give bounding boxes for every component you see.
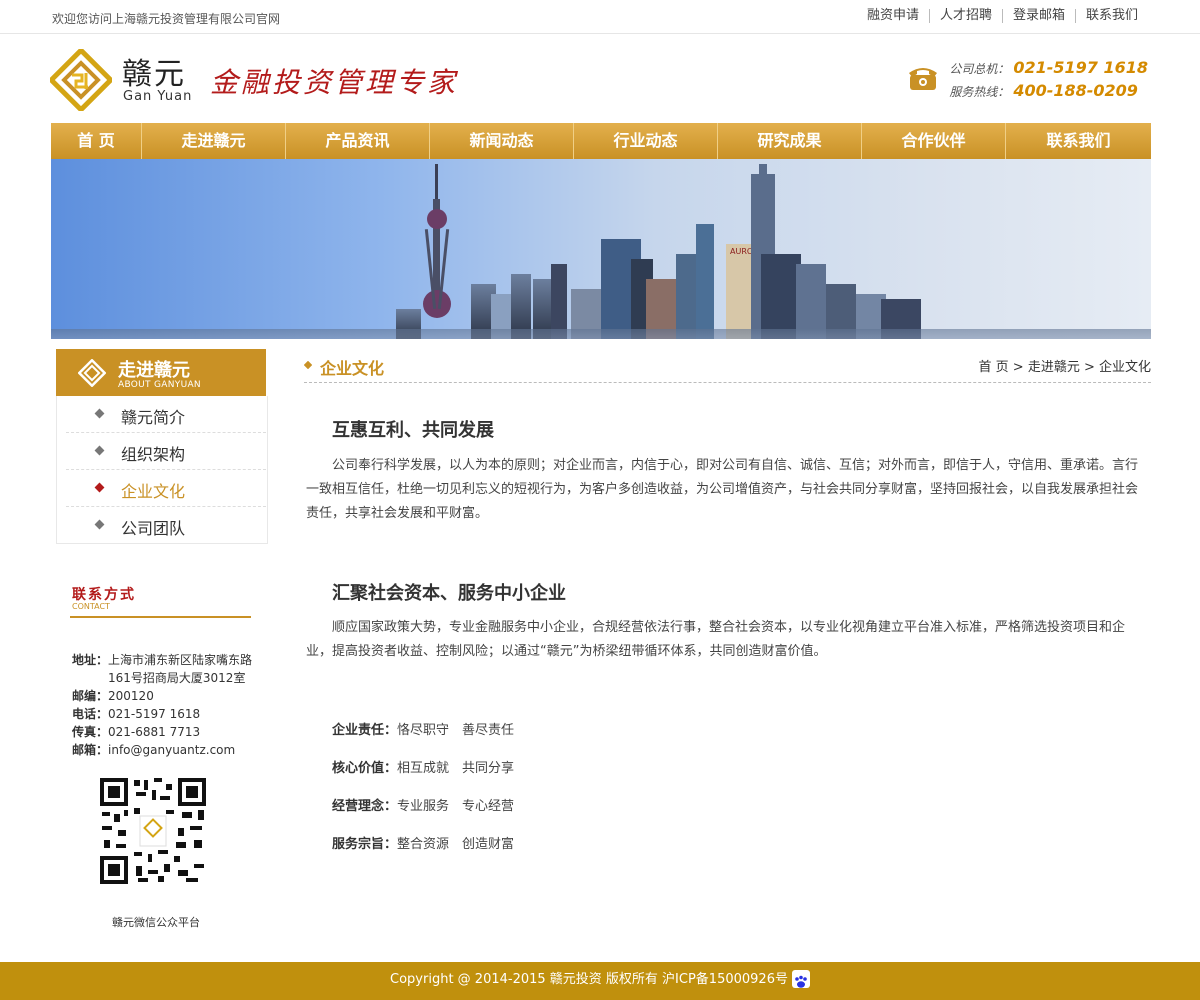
phone-value: 021-5197 1618	[108, 707, 201, 721]
site-header: 赣元 Gan Yuan 金融投资管理专家 公司总机： 021-5197 1618 …	[0, 35, 1200, 123]
nav-home[interactable]: 首 页	[51, 123, 142, 159]
nav-research[interactable]: 研究成果	[718, 123, 862, 159]
sidebar-subtitle: ABOUT GANYUAN	[118, 380, 201, 390]
phone-number-main: 021-5197 1618	[1013, 58, 1148, 77]
slogan: 金融投资管理专家	[210, 66, 459, 99]
value-key: 服务宗旨：	[332, 837, 398, 852]
contact-divider	[70, 616, 251, 618]
sidebar-item-label: 企业文化	[121, 482, 186, 501]
gan-yuan-logo-icon[interactable]	[50, 49, 112, 111]
section-heading-1: 互惠互利、共同发展	[332, 420, 494, 441]
sidebar-header: 走进赣元 ABOUT GANYUAN	[56, 349, 266, 396]
skyline-illustration: AURORA	[51, 164, 1151, 339]
diamond-bullet-icon	[94, 482, 105, 493]
phone-block: 公司总机： 021-5197 1618 服务热线： 400-188-0209	[909, 57, 1148, 103]
welcome-text: 欢迎您访问上海赣元投资管理有限公司官网	[52, 12, 281, 26]
gan-yuan-small-logo-icon	[78, 359, 106, 387]
sidebar-item-culture[interactable]: 企业文化	[66, 470, 266, 507]
value-key: 核心价值：	[332, 761, 398, 776]
phone-number-hotline: 400-188-0209	[1013, 81, 1138, 100]
address-line-1: 上海市浦东新区陆家嘴东路	[108, 653, 253, 667]
value-key: 企业责任：	[332, 723, 398, 738]
link-login-email[interactable]: 登录邮箱	[1001, 9, 1075, 23]
contact-subtitle: CONTACT	[72, 602, 110, 611]
footer: Copyright @ 2014-2015 赣元投资 版权所有 沪ICP备150…	[0, 962, 1200, 1000]
brand-name-cn: 赣元	[122, 57, 186, 92]
postcode-label: 邮编：	[72, 689, 109, 703]
nav-products[interactable]: 产品资讯	[286, 123, 430, 159]
section-heading-2: 汇聚社会资本、服务中小企业	[332, 583, 566, 604]
value-row-responsibility: 企业责任：恪尽职守 善尽责任	[332, 719, 514, 738]
fax-value: 021-6881 7713	[108, 725, 201, 739]
top-bar: 欢迎您访问上海赣元投资管理有限公司官网 融资申请 人才招聘 登录邮箱 联系我们	[0, 0, 1200, 34]
phone-row-main: 公司总机： 021-5197 1618	[949, 57, 1148, 80]
qr-caption: 赣元微信公众平台	[112, 916, 200, 929]
address-line-2: 161号招商局大厦3012室	[108, 671, 246, 685]
fax-label: 传真：	[72, 725, 109, 739]
qr-code	[98, 776, 208, 886]
contact-info: 地址：上海市浦东新区陆家嘴东路 161号招商局大厦3012室 邮编：200120…	[72, 651, 252, 759]
postcode-value: 200120	[108, 689, 154, 703]
nav-news[interactable]: 新闻动态	[430, 123, 574, 159]
brand-name-en: Gan Yuan	[123, 89, 193, 104]
top-links: 融资申请 人才招聘 登录邮箱 联系我们	[857, 9, 1148, 23]
breadcrumb[interactable]: 首 页 > 走进赣元 > 企业文化	[979, 356, 1151, 375]
baidu-paw-icon[interactable]	[791, 969, 810, 988]
phone-row-hotline: 服务热线： 400-188-0209	[949, 80, 1148, 103]
section-paragraph-1: 公司奉行科学发展，以人为本的原则；对企业而言，内信于心，即对公司有自信、诚信、互…	[306, 458, 1139, 521]
telephone-icon	[909, 68, 938, 90]
value-row-philosophy: 经营理念：专业服务 专心经营	[332, 795, 514, 814]
contact-title: 联系方式	[72, 587, 136, 603]
phone-label-main: 公司总机：	[949, 62, 1010, 76]
section-paragraph-2: 顺应国家政策大势，专业金融服务中小企业，合规经营依法行事，整合社会资本，以专业化…	[306, 620, 1126, 659]
email-value[interactable]: info@ganyuantz.com	[108, 743, 235, 757]
nav-contact[interactable]: 联系我们	[1006, 123, 1151, 159]
value-key: 经营理念：	[332, 799, 398, 814]
diamond-bullet-icon	[94, 445, 105, 456]
nav-industry[interactable]: 行业动态	[574, 123, 718, 159]
value-row-core: 核心价值：相互成就 共同分享	[332, 757, 514, 776]
link-financing-apply[interactable]: 融资申请	[857, 9, 929, 23]
sidebar-item-introduction[interactable]: 赣元简介	[66, 396, 266, 433]
diamond-bullet-icon	[94, 519, 105, 530]
diamond-bullet-icon	[94, 408, 105, 419]
sidebar-item-label: 组织架构	[121, 445, 186, 464]
sidebar-item-label: 公司团队	[121, 519, 186, 538]
phone-label: 电话：	[72, 707, 109, 721]
address-label: 地址：	[72, 653, 109, 667]
sidebar-menu: 赣元简介 组织架构 企业文化 公司团队	[66, 396, 266, 544]
nav-about[interactable]: 走进赣元	[142, 123, 286, 159]
copyright-text: Copyright @ 2014-2015 赣元投资 版权所有 沪ICP备150…	[390, 972, 788, 987]
title-marker-icon	[304, 361, 312, 369]
sidebar-item-organization[interactable]: 组织架构	[66, 433, 266, 470]
value-row-purpose: 服务宗旨：整合资源 创造财富	[332, 833, 514, 852]
phone-label-hotline: 服务热线：	[949, 85, 1010, 99]
main-nav: 首 页 走进赣元 产品资讯 新闻动态 行业动态 研究成果 合作伙伴 联系我们	[51, 123, 1151, 159]
value-text: 恪尽职守 善尽责任	[397, 723, 515, 738]
banner-skyline: AURORA	[51, 159, 1151, 339]
content-title-bar: 企业文化 首 页 > 走进赣元 > 企业文化	[304, 350, 1151, 383]
nav-partners[interactable]: 合作伙伴	[862, 123, 1006, 159]
sidebar-title: 走进赣元	[118, 360, 190, 381]
value-text: 整合资源 创造财富	[397, 837, 515, 852]
value-text: 专业服务 专心经营	[397, 799, 515, 814]
link-recruitment[interactable]: 人才招聘	[928, 9, 1002, 23]
value-text: 相互成就 共同分享	[397, 761, 515, 776]
sidebar-item-label: 赣元简介	[121, 408, 186, 427]
link-contact-us[interactable]: 联系我们	[1074, 9, 1148, 23]
sidebar-item-team[interactable]: 公司团队	[66, 507, 266, 544]
page-title: 企业文化	[320, 359, 385, 378]
email-label: 邮箱：	[72, 743, 109, 757]
